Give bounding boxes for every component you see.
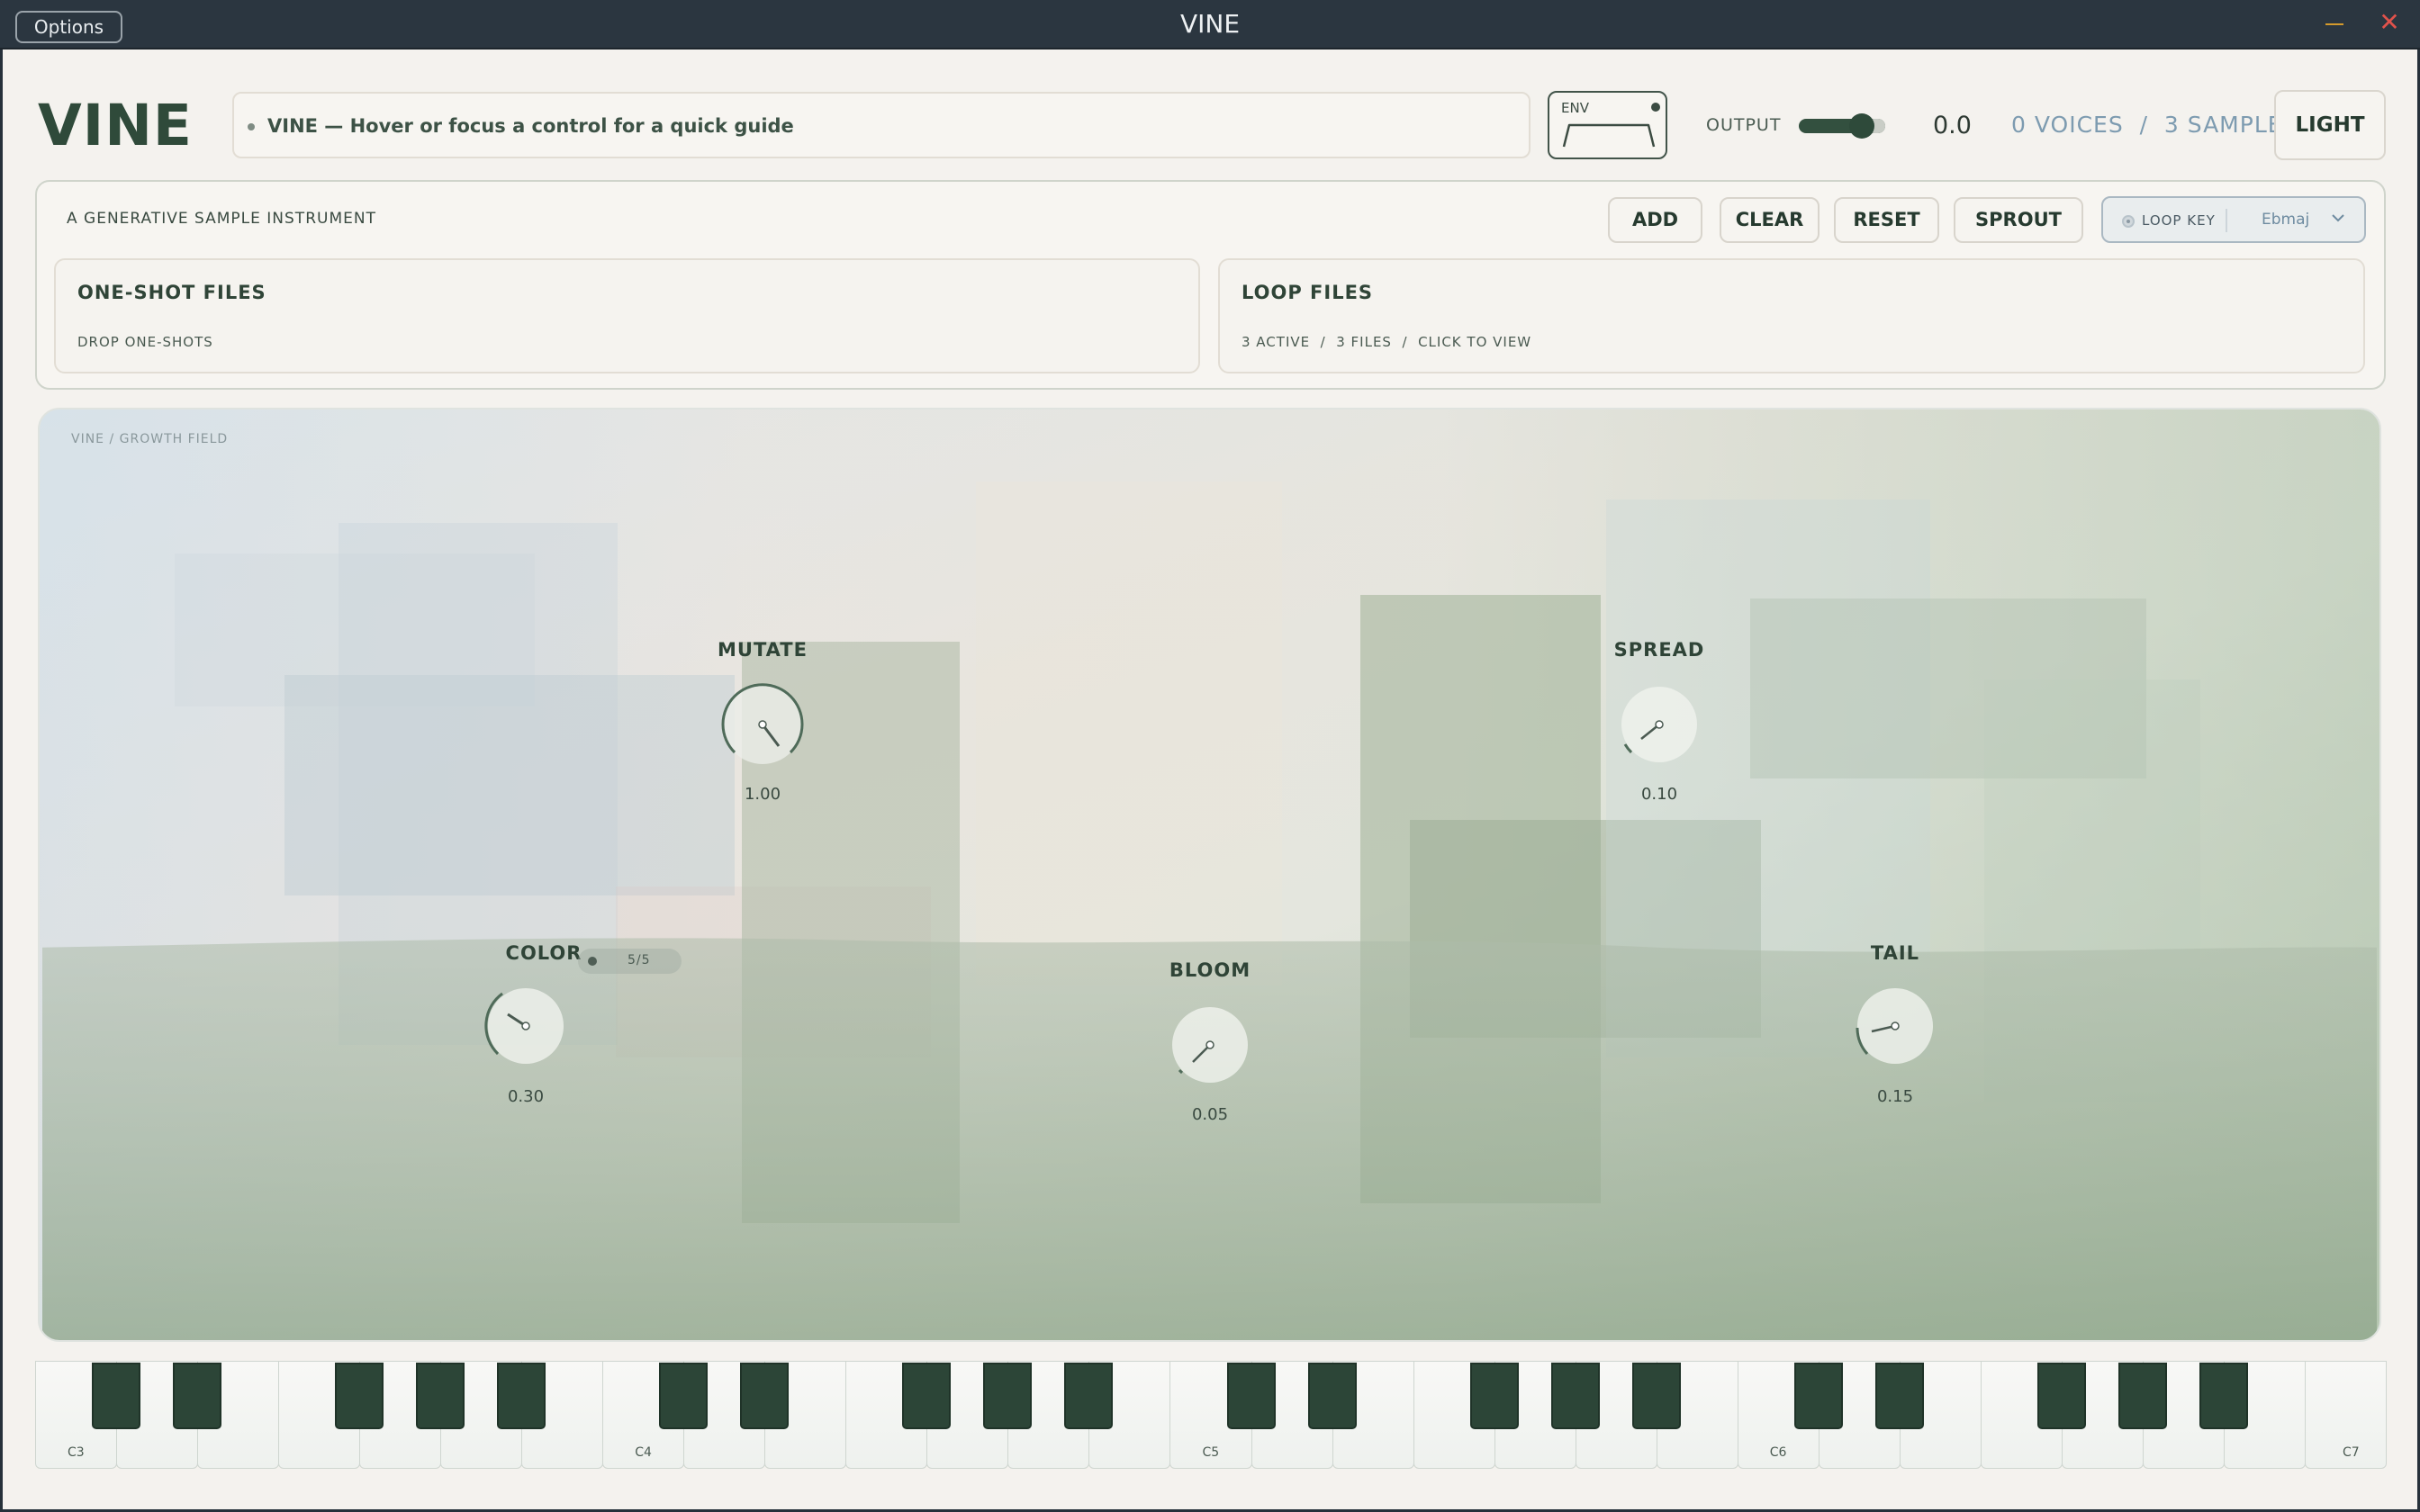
- oneshot-files-title: ONE-SHOT FILES: [77, 282, 266, 303]
- black-key[interactable]: [1064, 1363, 1114, 1429]
- guide-dot-icon: [248, 123, 255, 130]
- black-key[interactable]: [1226, 1363, 1276, 1429]
- loop-files-status: 3 ACTIVE / 3 FILES / CLICK TO VIEW: [1242, 334, 1532, 350]
- clear-button[interactable]: CLEAR: [1720, 197, 1820, 243]
- spread-knob[interactable]: [1614, 680, 1704, 770]
- color-knob[interactable]: [481, 981, 571, 1071]
- black-key[interactable]: [902, 1363, 952, 1429]
- mutate-value: 1.00: [744, 785, 781, 804]
- loop-key-select[interactable]: LOOP KEY Ebmaj: [2101, 196, 2366, 243]
- voices-samples-status: 0 VOICES / 3 SAMPLES: [2011, 112, 2298, 138]
- octave-label: C7: [2343, 1445, 2360, 1460]
- field-breadcrumb: VINE / GROWTH FIELD: [71, 432, 229, 446]
- output-label: OUTPUT: [1706, 115, 1782, 135]
- output-value: 0.0: [1933, 112, 1972, 140]
- tail-knob[interactable]: [1850, 981, 1940, 1071]
- black-key[interactable]: [173, 1363, 222, 1429]
- reset-button[interactable]: RESET: [1834, 197, 1939, 243]
- bloom-knob[interactable]: [1165, 1000, 1255, 1090]
- loop-files-panel[interactable]: LOOP FILES 3 ACTIVE / 3 FILES / CLICK TO…: [1218, 258, 2365, 374]
- color-variant-badge[interactable]: 5/5: [578, 949, 682, 974]
- black-key[interactable]: [1874, 1363, 1924, 1429]
- close-icon[interactable]: ✕: [2379, 9, 2400, 36]
- env-button[interactable]: ENV: [1548, 91, 1667, 159]
- black-key[interactable]: [335, 1363, 384, 1429]
- minimize-icon[interactable]: [2325, 23, 2343, 25]
- octave-label: C4: [635, 1445, 652, 1460]
- chevron-down-icon: [2330, 209, 2346, 231]
- black-key[interactable]: [2199, 1363, 2248, 1429]
- badge-dot-icon: [588, 957, 597, 966]
- add-button[interactable]: ADD: [1608, 197, 1702, 243]
- octave-label: C3: [68, 1445, 85, 1460]
- output-slider-thumb[interactable]: [1849, 113, 1874, 139]
- spread-label: SPREAD: [1613, 639, 1705, 661]
- guide-text: VINE — Hover or focus a control for a qu…: [267, 115, 794, 137]
- black-key[interactable]: [1469, 1363, 1519, 1429]
- black-key[interactable]: [2118, 1363, 2167, 1429]
- divider: [2226, 209, 2227, 232]
- quick-guide-bar: VINE — Hover or focus a control for a qu…: [232, 92, 1531, 158]
- octave-label: C5: [1202, 1445, 1220, 1460]
- black-key[interactable]: [416, 1363, 465, 1429]
- piano-keyboard[interactable]: C3 C4 C5 C6 C7: [35, 1361, 2387, 1469]
- loop-key-toggle[interactable]: [2122, 215, 2135, 228]
- window-title: VINE: [1179, 9, 1241, 39]
- black-key[interactable]: [1631, 1363, 1681, 1429]
- mutate-knob[interactable]: [718, 680, 808, 770]
- oneshot-files-status: DROP ONE-SHOTS: [77, 334, 213, 350]
- tail-label: TAIL: [1870, 942, 1920, 964]
- output-slider[interactable]: [1799, 113, 1885, 139]
- theme-toggle-button[interactable]: LIGHT: [2274, 90, 2386, 160]
- bloom-label: BLOOM: [1169, 959, 1251, 981]
- black-key[interactable]: [92, 1363, 141, 1429]
- bloom-value: 0.05: [1191, 1105, 1229, 1124]
- color-value: 0.30: [507, 1087, 545, 1106]
- black-key[interactable]: [2036, 1363, 2086, 1429]
- loop-key-value: Ebmaj: [2262, 211, 2310, 229]
- black-key[interactable]: [983, 1363, 1033, 1429]
- octave-label: C6: [1769, 1445, 1787, 1460]
- sprout-button[interactable]: SPROUT: [1954, 197, 2083, 243]
- loop-key-label: LOOP KEY: [2142, 212, 2216, 229]
- title-bar: Options VINE ✕: [0, 0, 2420, 50]
- black-key[interactable]: [1793, 1363, 1843, 1429]
- color-badge-text: 5/5: [628, 953, 651, 968]
- growth-field[interactable]: VINE / GROWTH FIELD MUTATE 1.00 SPREAD 0…: [38, 408, 2381, 1342]
- spread-value: 0.10: [1640, 785, 1678, 804]
- envelope-icon: [1562, 123, 1656, 148]
- subtitle: A GENERATIVE SAMPLE INSTRUMENT: [67, 210, 376, 228]
- brand-logo: VINE: [38, 93, 193, 158]
- env-indicator-icon: [1651, 103, 1660, 112]
- tail-value: 0.15: [1876, 1087, 1914, 1106]
- oneshot-files-dropzone[interactable]: ONE-SHOT FILES DROP ONE-SHOTS: [54, 258, 1200, 374]
- black-key[interactable]: [497, 1363, 546, 1429]
- black-key[interactable]: [659, 1363, 709, 1429]
- loop-files-title: LOOP FILES: [1242, 282, 1374, 303]
- black-key[interactable]: [740, 1363, 790, 1429]
- black-key[interactable]: [1307, 1363, 1357, 1429]
- black-key[interactable]: [1550, 1363, 1600, 1429]
- env-label: ENV: [1561, 100, 1589, 116]
- growth-wave: [42, 938, 2377, 1340]
- mutate-label: MUTATE: [718, 639, 808, 661]
